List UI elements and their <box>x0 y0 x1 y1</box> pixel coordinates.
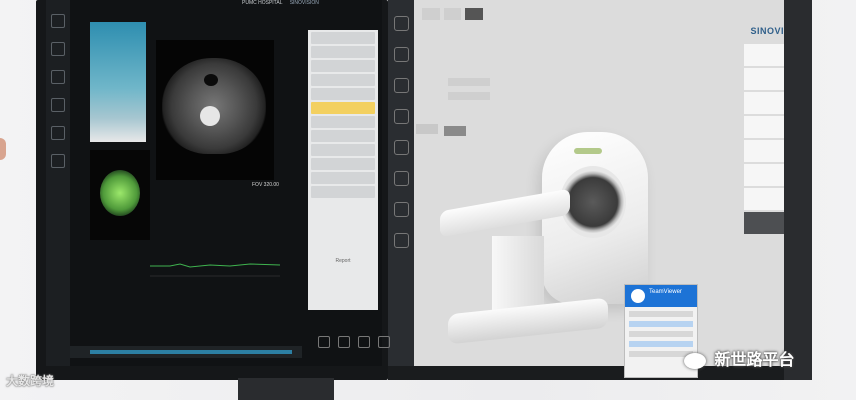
ct-trachea <box>204 74 218 86</box>
panel-row-highlighted[interactable] <box>311 102 375 114</box>
teamviewer-title: TeamViewer <box>649 289 682 295</box>
teamviewer-icon <box>631 289 645 303</box>
nav-icon[interactable] <box>393 109 409 124</box>
monitor-stand <box>238 378 334 400</box>
tab-active[interactable] <box>465 8 483 20</box>
tool-icon[interactable] <box>51 70 65 84</box>
report-label[interactable]: Report <box>308 258 378 264</box>
panel-row[interactable] <box>311 74 375 86</box>
brand-label: SINOVISION <box>289 0 319 6</box>
hand <box>0 138 6 160</box>
hospital-label: PUMC HOSPITAL <box>242 0 283 6</box>
ct-table-pillar <box>492 236 544 316</box>
left-header: PUMC HOSPITAL SINOVISION <box>72 0 378 22</box>
panel-row[interactable] <box>311 172 375 184</box>
pet-blob <box>100 170 140 216</box>
watermark-left: 大数跨境 <box>6 372 54 389</box>
tool-icon[interactable] <box>51 14 65 28</box>
nav-icon[interactable] <box>393 233 409 248</box>
timeline-bar[interactable] <box>70 346 302 358</box>
panel-row[interactable] <box>311 158 375 170</box>
panel-row[interactable] <box>311 60 375 72</box>
dock <box>318 336 390 348</box>
nav-icon[interactable] <box>393 47 409 62</box>
action-button[interactable] <box>416 124 438 134</box>
panel-row[interactable] <box>311 88 375 100</box>
axial-ct-image[interactable] <box>156 40 274 180</box>
input-field[interactable] <box>448 92 490 100</box>
dock-icon[interactable] <box>358 336 370 348</box>
nav-icon[interactable] <box>393 140 409 155</box>
nav-icon[interactable] <box>393 16 409 31</box>
panel-row[interactable] <box>311 46 375 58</box>
nav-icon[interactable] <box>393 171 409 186</box>
tool-icon[interactable] <box>51 126 65 140</box>
teamviewer-line <box>629 321 693 327</box>
left-sidebar <box>46 0 70 366</box>
panel-row[interactable] <box>311 130 375 142</box>
left-monitor: PUMC HOSPITAL SINOVISION FOV 320.00 Repo… <box>36 0 388 380</box>
left-screen: PUMC HOSPITAL SINOVISION FOV 320.00 Repo… <box>46 0 382 366</box>
panel-row[interactable] <box>311 144 375 156</box>
tab[interactable] <box>422 8 440 20</box>
ct-gantry-light <box>574 148 602 154</box>
watermark-left-text: 大数跨境 <box>6 374 55 388</box>
panel-row[interactable] <box>311 32 375 44</box>
teamviewer-line <box>629 331 693 337</box>
scout-image[interactable] <box>90 22 146 142</box>
panel-row[interactable] <box>311 186 375 198</box>
teamviewer-line <box>629 311 693 317</box>
tab[interactable] <box>443 8 462 20</box>
watermark-right: 新世路平台 <box>684 346 794 370</box>
tool-icon[interactable] <box>51 42 65 56</box>
wechat-icon <box>684 352 706 369</box>
nav-icon[interactable] <box>393 202 409 217</box>
watermark-right-text: 新世路平台 <box>714 352 795 369</box>
action-button-primary[interactable] <box>444 126 466 136</box>
pet-image[interactable] <box>90 150 150 240</box>
dock-icon[interactable] <box>378 336 390 348</box>
panel-row[interactable] <box>311 116 375 128</box>
tab-bar <box>422 8 483 20</box>
right-bezel <box>784 0 812 380</box>
right-sidebar <box>388 0 414 366</box>
dock-icon[interactable] <box>338 336 350 348</box>
teamviewer-header: TeamViewer <box>625 285 697 307</box>
fov-info: FOV 320.00 <box>252 182 279 188</box>
timeline-progress <box>90 350 292 354</box>
input-field[interactable] <box>448 78 490 86</box>
ct-spine <box>200 106 220 126</box>
tool-icon[interactable] <box>51 154 65 168</box>
tool-icon[interactable] <box>51 98 65 112</box>
left-control-panel: Report <box>308 30 378 310</box>
signal-curve <box>150 263 280 277</box>
dock-icon[interactable] <box>318 336 330 348</box>
nav-icon[interactable] <box>393 78 409 93</box>
